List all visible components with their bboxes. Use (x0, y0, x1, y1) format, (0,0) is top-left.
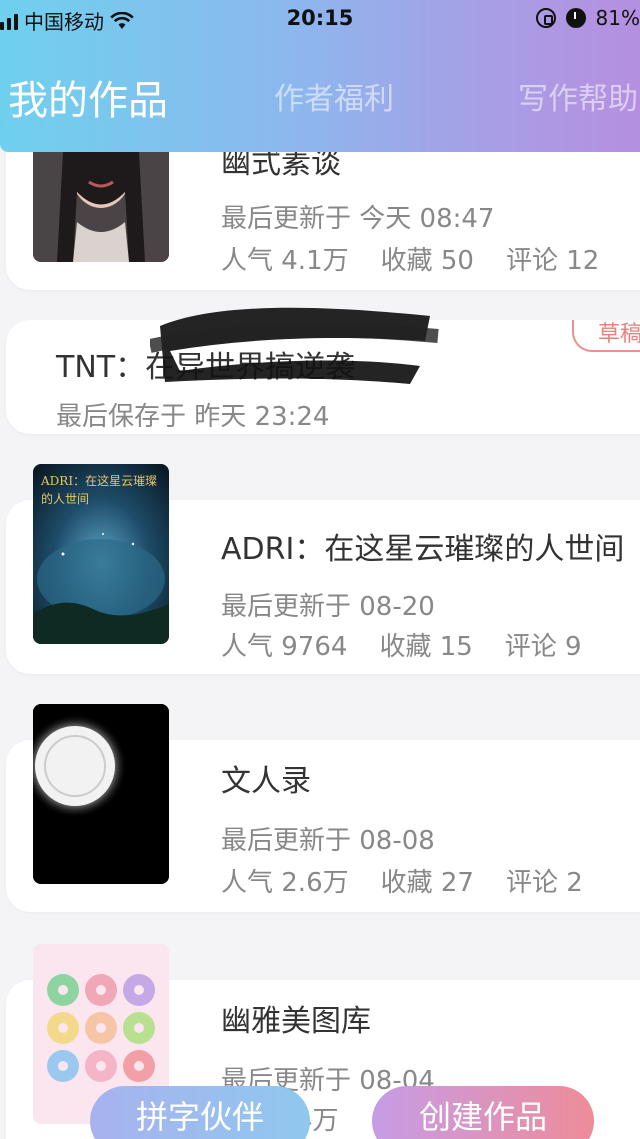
popularity-stat: 人气 4.1万 (221, 246, 349, 276)
tab-author-benefits[interactable]: 作者福利 (274, 74, 394, 118)
work-stats: 人气 9764 收藏 15 评论 9 (221, 626, 614, 663)
comments-stat: 评论 12 (505, 246, 600, 276)
work-title: ADRI：在这星云璀璨的人世间 (221, 532, 625, 567)
alarm-icon (565, 8, 586, 28)
work-cover-image (33, 142, 169, 262)
work-updated: 最后更新于 08-08 (221, 826, 435, 856)
work-updated: 最后更新于 08-20 (221, 592, 435, 622)
app-header: 中国移动 20:15 81% 我的作品 作者福利 写作帮助 (0, 0, 640, 152)
battery-percent: 81% (595, 6, 640, 30)
comments-stat: 评论 9 (504, 632, 582, 662)
partner-button[interactable]: 拼字伙伴 (90, 1086, 310, 1139)
cover-title-text: ADRI：在这星云璀璨的人世间 (41, 474, 158, 506)
work-title: 文人录 (221, 764, 311, 799)
create-work-button[interactable]: 创建作品 (372, 1086, 594, 1139)
status-bar: 中国移动 20:15 81% (0, 0, 640, 40)
popularity-stat: 人气 9764 (221, 632, 348, 662)
work-stats: 人气 4.1万 收藏 50 评论 12 (221, 240, 631, 277)
favorites-stat: 收藏 50 (380, 246, 474, 276)
draft-badge: 草稿 (571, 320, 640, 352)
work-updated: 最后更新于 今天 08:47 (221, 204, 495, 234)
work-cover-image (33, 704, 169, 884)
favorites-stat: 收藏 27 (380, 868, 474, 898)
work-stats: 人气 2.6万 收藏 27 评论 2 (221, 862, 615, 899)
popularity-stat: 人气 2.6万 (221, 868, 349, 898)
tab-my-works[interactable]: 我的作品 (8, 68, 168, 126)
redaction-scribble (150, 307, 439, 384)
portrait-image (33, 142, 169, 262)
favorites-stat: 收藏 15 (379, 632, 473, 662)
work-title: 幽雅美图库 (221, 1004, 371, 1039)
draft-saved-time: 最后保存于 昨天 23:24 (56, 402, 330, 432)
rotation-lock-icon (535, 8, 556, 28)
top-tabs: 我的作品 作者福利 写作帮助 (0, 74, 640, 134)
work-cover-image: ADRI：在这星云璀璨的人世间 (33, 464, 169, 644)
comments-stat: 评论 2 (505, 868, 583, 898)
tab-writing-help[interactable]: 写作帮助 (518, 74, 638, 118)
